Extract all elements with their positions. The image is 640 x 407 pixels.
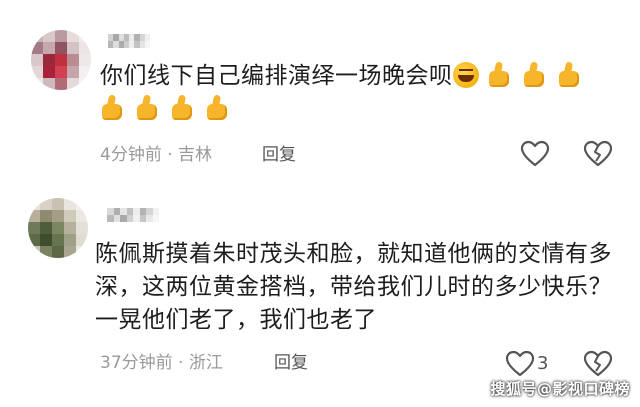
heart-icon [505,350,535,377]
like-button[interactable] [520,140,550,168]
comment-item: 你们线下自己编排演绎一场晚会呗 4分钟前 · 吉林 回复 [0,0,640,190]
dislike-button[interactable] [583,350,613,378]
heart-icon [520,140,550,167]
thumbs-up-emoji-icon [170,95,194,121]
laughing-crying-emoji-icon [452,62,479,88]
watermark: 搜狐号@影视口碑榜 [490,380,630,398]
broken-heart-icon [583,140,613,167]
reply-button[interactable]: 回复 [274,353,308,373]
comment-location: 浙江 [188,353,223,373]
like-count: 3 [537,353,549,374]
reply-button[interactable]: 回复 [262,145,296,165]
avatar[interactable] [28,198,88,258]
thumbs-up-emoji-icon [135,95,159,121]
comment-item: 陈佩斯摸着朱时茂头和脸，就知道他俩的交情有多深，这两位黄金搭档，带给我们儿时的多… [0,190,640,407]
thumbs-up-emoji-icon [522,62,546,88]
comment-location: 吉林 [178,145,213,165]
comment-meta: 4分钟前 · 吉林 [100,145,212,165]
thumbs-up-emoji-icon [205,95,229,121]
meta-separator: · [178,353,184,373]
avatar[interactable] [31,30,91,90]
thumbs-up-emoji-icon [557,62,581,88]
dislike-button[interactable] [583,140,613,168]
comment-time: 37分钟前 [100,353,173,373]
username-blurred[interactable] [108,34,150,48]
like-button[interactable] [505,350,535,378]
broken-heart-icon [583,350,613,377]
thumbs-up-emoji-icon [100,95,124,121]
meta-separator: · [167,145,173,165]
comment-text: 你们线下自己编排演绎一场晚会呗 [100,60,600,126]
username-blurred[interactable] [107,208,159,222]
comment-time: 4分钟前 [100,145,162,165]
comment-text: 陈佩斯摸着朱时茂头和脸，就知道他俩的交情有多深，这两位黄金搭档，带给我们儿时的多… [95,241,612,333]
thumbs-up-emoji-icon [487,62,511,88]
comment-meta: 37分钟前 · 浙江 [100,353,223,373]
